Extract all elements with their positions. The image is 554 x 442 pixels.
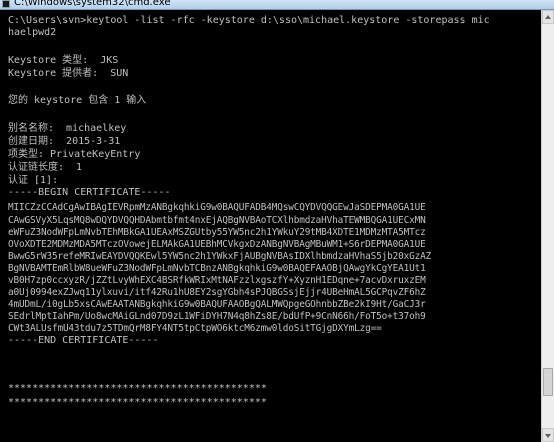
console-line: CWt3ALUsfmU43tdu7z5TDmQrM8FY4NT5tpCtpWO6… <box>8 323 382 334</box>
console-line: BgNVBAMTEmRlbW8ueWFuZ3NodWFpLmNvbTCBnzAN… <box>8 263 426 274</box>
console-line: SEdrlMptIahPm/Uo8wcMAiGLnd07D9zL1WFiDYH7… <box>8 311 426 322</box>
console-line: -----END CERTIFICATE----- <box>8 335 159 346</box>
console-line: C:\Users\svn>keytool -list -rfc -keystor… <box>8 15 490 26</box>
console-line: 项类型: PrivateKeyEntry <box>8 149 141 160</box>
console-line: OVoXDTE2MDMzMDA5MTczOVowejELMAkGA1UEBhMC… <box>8 239 426 250</box>
console-line: 别名名称: michaelkey <box>8 123 127 134</box>
console-line: 认证链长度: 1 <box>8 162 83 173</box>
console-line: BwwG5rW35ref‌eMRIwEAYDVQQKEwl5YW5nc2h1YW… <box>8 251 432 262</box>
console-line: CAwGSVyX5LqsMQ8wDQYDVQQHDAbmtbfmt4nxEjAQ… <box>8 215 426 226</box>
console-line: 认证 [1]: <box>8 175 59 186</box>
console-line: 4mUDmL/i0gLb5xsCAwEAATANBgkqhkiG9w0BAQUF… <box>8 299 426 310</box>
scroll-down-button[interactable] <box>542 428 554 442</box>
console-line: ****************************************… <box>8 383 267 394</box>
console-line: eWFuZ3NodWFpLmNvbTEhMBkGA1UEAxMSZGUtby55… <box>8 227 426 238</box>
scroll-up-button[interactable] <box>542 10 554 24</box>
console-line: MIICZzCCAdCgAwIBAgIEVRpmMzANBgkqhkiG9w0B… <box>8 202 426 213</box>
window-title: C:\Windows\system32\cmd.exe <box>14 0 171 8</box>
console-line: ****************************************… <box>8 397 267 408</box>
arrow-down-icon <box>545 434 551 438</box>
console-line: vB0H7zp0ccxyzR/jZZtLvyWhEXC4BSRfkWRIxMtN… <box>8 275 426 286</box>
vertical-scrollbar[interactable] <box>541 10 554 442</box>
console-icon <box>2 0 10 8</box>
console-line: a0Uj0994exZJwq11ylxuvi/itf42Ru1hU8EY2sgY… <box>8 287 426 298</box>
title-bar[interactable]: C:\Windows\system32\cmd.exe <box>0 0 554 10</box>
console-output[interactable]: C:\Users\svn>keytool -list -rfc -keystor… <box>0 10 541 442</box>
console-line: 您的 keystore 包含 1 输入 <box>8 95 147 106</box>
console-line: Keystore 类型: JKS <box>8 55 119 66</box>
console-line: -----BEGIN CERTIFICATE----- <box>8 187 171 198</box>
arrow-up-icon <box>545 15 551 19</box>
console-line: Keystore 提供者: SUN <box>8 68 129 79</box>
console-line: haelpwd2 <box>8 27 57 38</box>
console-line: 创建日期: 2015-3-31 <box>8 136 121 147</box>
scrollbar-thumb[interactable] <box>543 368 553 396</box>
